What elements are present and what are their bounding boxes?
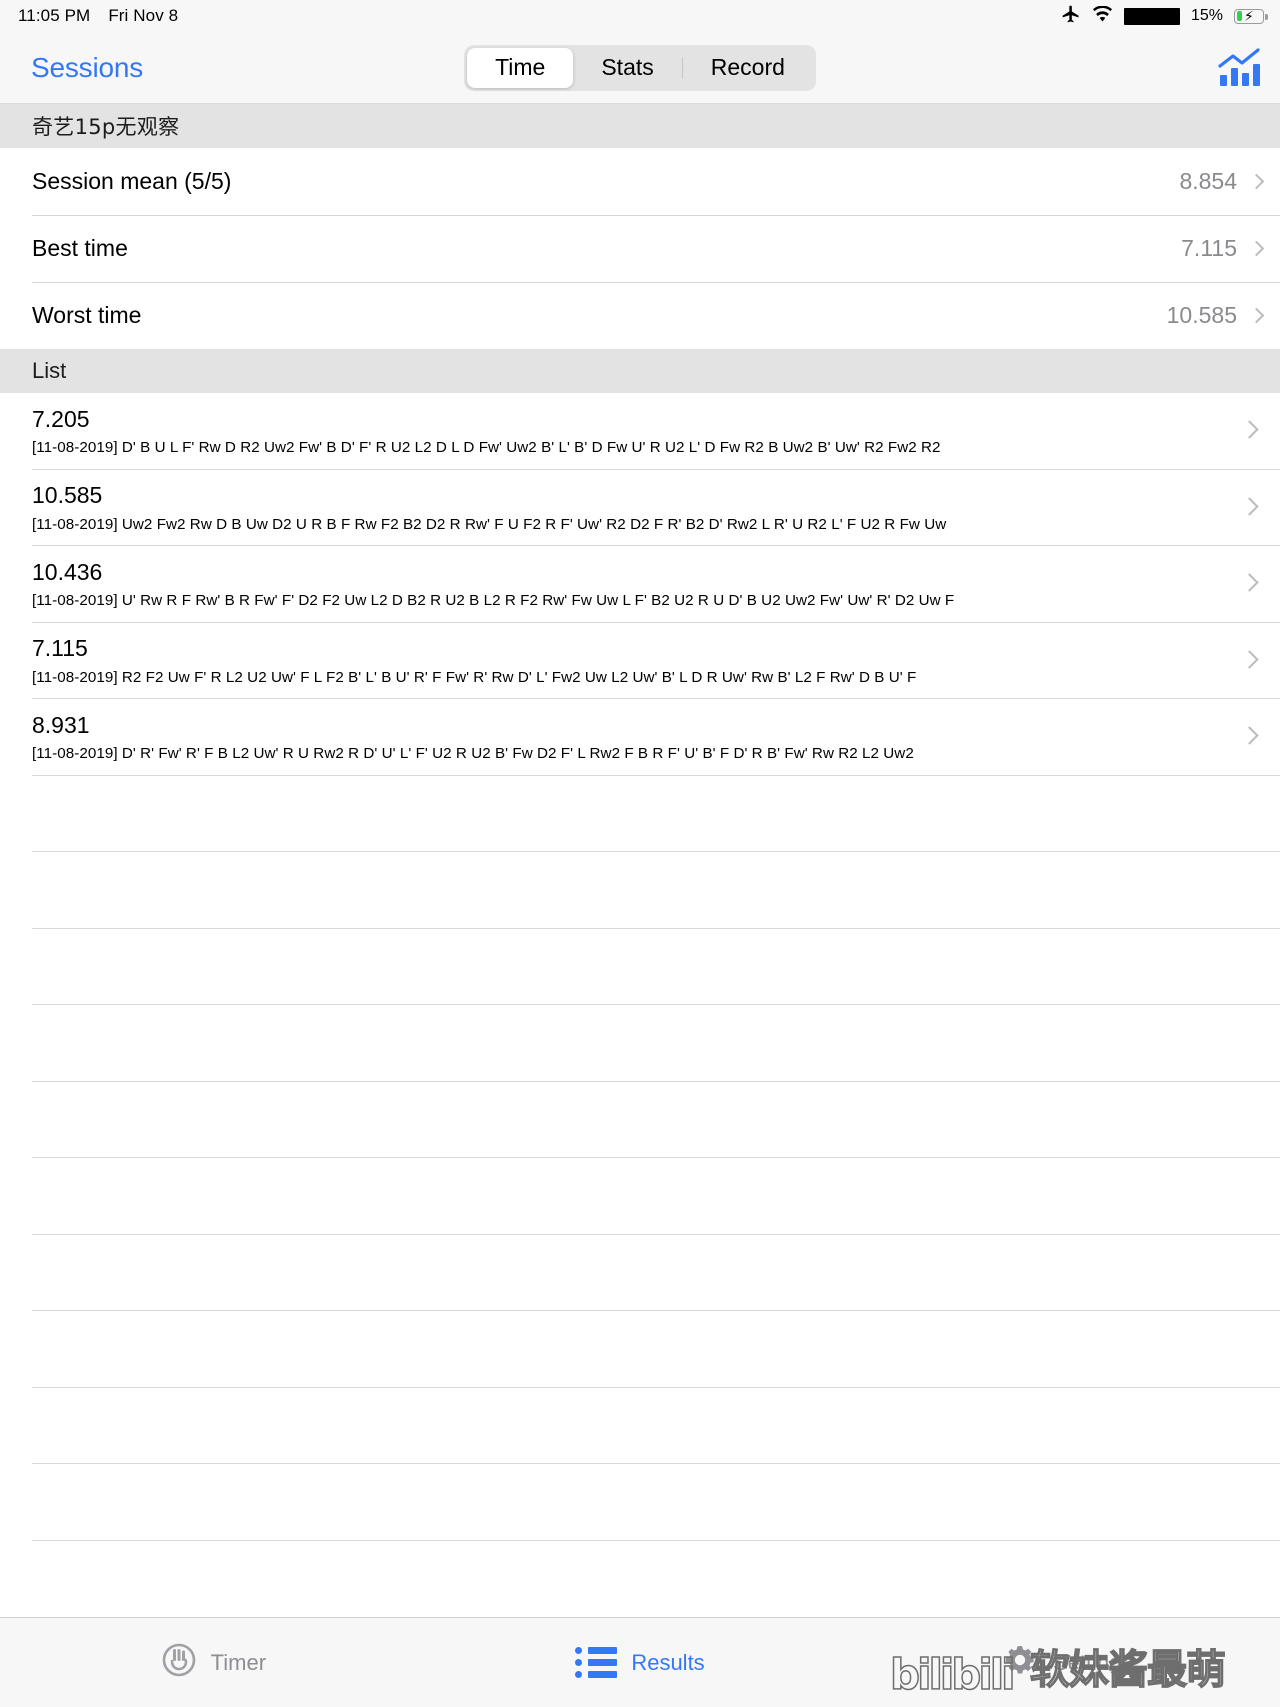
status-time: 11:05 PM [18, 6, 91, 25]
chevron-right-icon [1248, 307, 1265, 324]
tab-time[interactable]: Time [467, 47, 574, 88]
app-screen: 11:05 PM Fri Nov 8 15% ⚡ Sessions Time S… [0, 0, 1280, 1707]
result-time: 8.931 [32, 711, 90, 738]
results-list: 7.205 [11-08-2019] D' B U L F' Rw D R2 Uw… [0, 393, 1280, 1541]
chevron-right-icon [1248, 240, 1265, 257]
list-item[interactable]: 10.585 [11-08-2019] Uw2 Fw2 Rw D B Uw D2 … [0, 469, 1280, 546]
summary-value: 10.585 [1166, 302, 1237, 328]
wifi-icon [1092, 5, 1113, 27]
result-date: [11-08-2019] [32, 515, 118, 533]
tab-stats[interactable]: Stats [573, 48, 681, 88]
list-item[interactable]: 7.115 [11-08-2019] R2 F2 Uw F' R L2 U2 Uw… [0, 622, 1280, 699]
tab-settings[interactable]: Settings [853, 1641, 1280, 1684]
empty-list-row [0, 1234, 1280, 1311]
tab-label: Results [631, 1649, 705, 1675]
list-item[interactable]: 10.436 [11-08-2019] U' Rw R F Rw' B R Fw'… [0, 546, 1280, 623]
tab-label: Timer [210, 1649, 267, 1675]
result-scramble-text: Uw2 Fw2 Rw D B Uw D2 U R B F Rw F2 B2 D2… [121, 515, 947, 533]
battery-percent-label: 15% [1190, 7, 1223, 24]
chevron-right-icon [1248, 173, 1265, 190]
result-date: [11-08-2019] [32, 439, 118, 457]
status-bar: 11:05 PM Fri Nov 8 15% ⚡ [0, 0, 1280, 32]
result-scramble: [11-08-2019] Uw2 Fw2 Rw D B Uw D2 U R B … [32, 515, 1262, 535]
result-scramble-text: D' R' Fw' R' F B L2 Uw' R U Rw2 R D' U' … [121, 745, 914, 763]
back-button-sessions[interactable]: Sessions [31, 52, 143, 84]
list-header: List [0, 349, 1280, 393]
result-scramble-text: R2 F2 Uw F' R L2 U2 Uw' F L F2 B' L' B U… [121, 668, 917, 686]
tab-bar: Timer Results Settings bilibili 软妹酱最萌 [0, 1617, 1280, 1707]
bar-chart-icon[interactable] [1216, 47, 1262, 88]
tab-results[interactable]: Results [427, 1647, 854, 1678]
list-item[interactable]: 8.931 [11-08-2019] D' R' Fw' R' F B L2 Uw… [0, 699, 1280, 776]
empty-list-row [0, 1464, 1280, 1541]
summary-label: Best time [32, 235, 128, 261]
result-date: [11-08-2019] [32, 745, 118, 763]
result-time: 10.585 [32, 482, 103, 508]
result-time: 10.436 [32, 558, 103, 585]
result-time: 7.115 [32, 635, 88, 661]
result-scramble: [11-08-2019] D' R' Fw' R' F B L2 Uw' R U… [32, 744, 1262, 764]
battery-charging-icon: ⚡ [1234, 8, 1268, 24]
status-bar-left: 11:05 PM Fri Nov 8 [18, 6, 178, 26]
result-scramble: [11-08-2019] D' B U L F' Rw D R2 Uw2 Fw'… [32, 438, 1262, 458]
result-date: [11-08-2019] [32, 668, 118, 686]
tab-label: Settings [1052, 1649, 1133, 1675]
summary-label: Worst time [32, 302, 142, 328]
empty-list-row [0, 852, 1280, 929]
tab-timer[interactable]: Timer [0, 1642, 427, 1683]
status-bar-right: 15% ⚡ [1061, 4, 1268, 29]
summary-label: Session mean (5/5) [32, 168, 232, 194]
summary-row-session-mean[interactable]: Session mean (5/5) 8.854 [0, 148, 1280, 215]
segmented-control[interactable]: Time Stats Record [464, 44, 816, 91]
airplane-mode-icon [1061, 4, 1081, 29]
nav-bar: Sessions Time Stats Record [0, 32, 1280, 104]
empty-list-row [0, 1005, 1280, 1082]
session-header: 奇艺15p无观察 [0, 104, 1280, 148]
tab-record[interactable]: Record [683, 48, 813, 88]
empty-list-row [0, 928, 1280, 1005]
redacted-block [1123, 7, 1180, 25]
result-date: [11-08-2019] [32, 592, 118, 610]
result-scramble-text: U' Rw R F Rw' B R Fw' F' D2 F2 Uw L2 D B… [121, 592, 955, 610]
summary-value: 8.854 [1179, 168, 1237, 194]
summary-row-best-time[interactable]: Best time 7.115 [0, 215, 1280, 282]
empty-list-row [0, 1081, 1280, 1158]
result-scramble: [11-08-2019] R2 F2 Uw F' R L2 U2 Uw' F L… [32, 668, 1262, 688]
list-icon [575, 1647, 618, 1678]
result-scramble: [11-08-2019] U' Rw R F Rw' B R Fw' F' D2… [32, 591, 1262, 611]
summary-value: 7.115 [1181, 235, 1237, 261]
summary-row-worst-time[interactable]: Worst time 10.585 [0, 282, 1280, 349]
empty-list-row [0, 775, 1280, 852]
empty-list-row [0, 1311, 1280, 1388]
empty-list-row [0, 1387, 1280, 1464]
gear-icon [1001, 1641, 1039, 1684]
empty-list-row [0, 1158, 1280, 1235]
result-time: 7.205 [32, 405, 90, 432]
list-item[interactable]: 7.205 [11-08-2019] D' B U L F' Rw D R2 Uw… [0, 393, 1280, 470]
summary-section: Session mean (5/5) 8.854 Best time 7.115… [0, 148, 1280, 349]
status-date: Fri Nov 8 [108, 6, 179, 25]
stopwatch-icon [161, 1642, 197, 1683]
result-scramble-text: D' B U L F' Rw D R2 Uw2 Fw' B D' F' R U2… [121, 439, 941, 457]
